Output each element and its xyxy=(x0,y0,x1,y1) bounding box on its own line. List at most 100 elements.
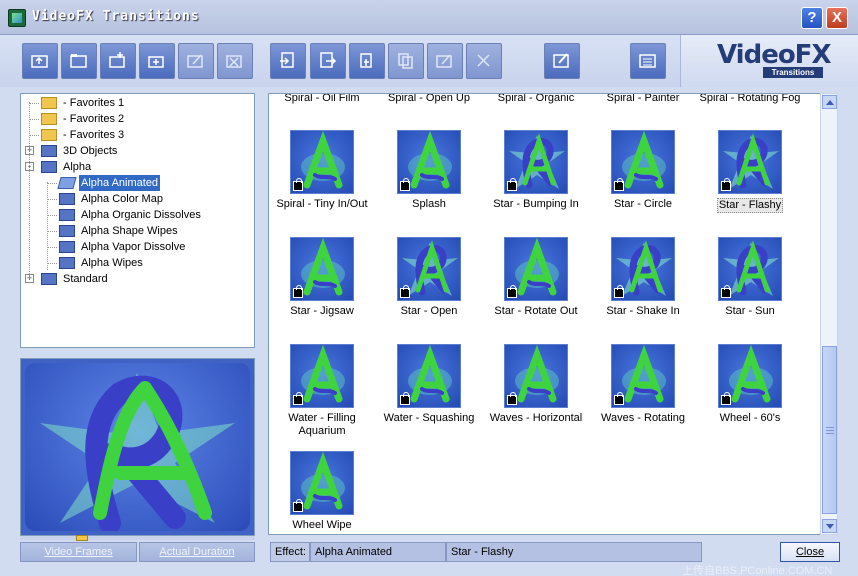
delete-transition-button[interactable] xyxy=(466,43,502,79)
tree-item[interactable]: + Standard xyxy=(21,271,251,287)
grid-scrollbar[interactable] xyxy=(820,93,838,535)
transition-item[interactable]: Star - Bumping In xyxy=(483,130,589,230)
tree-item[interactable]: - Alpha xyxy=(21,159,251,175)
transition-label[interactable]: Spiral - Organic xyxy=(483,94,589,104)
properties-button[interactable] xyxy=(544,43,580,79)
tree-item[interactable]: +3D Objects xyxy=(21,143,251,159)
transition-label: Water - Squashing xyxy=(376,412,482,425)
open-folder-button[interactable] xyxy=(22,43,58,79)
transition-item[interactable]: Star - Open xyxy=(376,237,482,337)
tree-item-label: - Favorites 2 xyxy=(63,113,125,125)
transition-item[interactable]: Star - Rotate Out xyxy=(483,237,589,337)
transition-label-text: Waves - Horizontal xyxy=(489,412,583,424)
transition-label: Star - Open xyxy=(376,305,482,318)
folder-button[interactable] xyxy=(61,43,97,79)
preview-slider-handle[interactable] xyxy=(76,535,88,541)
help-button[interactable]: ? xyxy=(801,7,823,29)
transition-thumbnail[interactable] xyxy=(611,344,675,408)
tree-item[interactable]: Alpha Shape Wipes xyxy=(21,223,251,239)
transition-thumbnail[interactable] xyxy=(611,130,675,194)
transition-item[interactable]: Star - Jigsaw xyxy=(269,237,375,337)
new-folder-button[interactable] xyxy=(100,43,136,79)
close-button[interactable]: Close xyxy=(780,542,840,562)
transition-thumbnail[interactable] xyxy=(504,130,568,194)
lock-icon xyxy=(721,392,731,405)
video-frames-button[interactable]: Video Frames xyxy=(20,542,137,562)
delete-folder-button[interactable] xyxy=(217,43,253,79)
tree-item[interactable]: - Favorites 2 xyxy=(21,111,251,127)
transition-grid[interactable]: Spiral - Oil Film Spiral - Open Up Spiral … xyxy=(268,93,838,535)
transition-thumbnail[interactable] xyxy=(718,237,782,301)
transition-item[interactable]: Splash xyxy=(376,130,482,230)
scroll-up-arrow-icon[interactable] xyxy=(822,95,837,109)
transition-label: Star - Rotate Out xyxy=(483,305,589,318)
tree-item[interactable]: Alpha Wipes xyxy=(21,255,251,271)
window-close-button[interactable]: X xyxy=(826,7,848,29)
transition-thumbnail[interactable] xyxy=(397,130,461,194)
transition-item[interactable]: Water - Filling Aquarium xyxy=(269,344,375,444)
folder-add-icon xyxy=(148,56,164,68)
rename-folder-button[interactable] xyxy=(178,43,214,79)
import-button[interactable] xyxy=(270,43,306,79)
transition-thumbnail[interactable] xyxy=(504,344,568,408)
transition-label: Star - Flashy xyxy=(697,198,803,213)
tree-item[interactable]: Alpha Color Map xyxy=(21,191,251,207)
transition-item[interactable]: Star - Sun xyxy=(697,237,803,337)
tree-item-label: Alpha Vapor Dissolve xyxy=(81,241,186,253)
transition-item[interactable]: Waves - Horizontal xyxy=(483,344,589,444)
tree-item[interactable]: - Favorites 3 xyxy=(21,127,251,143)
export-button[interactable] xyxy=(310,43,346,79)
transition-item[interactable]: Star - Shake In xyxy=(590,237,696,337)
add-folder-button[interactable] xyxy=(139,43,175,79)
transition-thumbnail[interactable] xyxy=(290,451,354,515)
tree-item[interactable]: - Favorites 1 xyxy=(21,95,251,111)
favorite-button[interactable] xyxy=(349,43,385,79)
tree-item[interactable]: Alpha Organic Dissolves xyxy=(21,207,251,223)
tree-item[interactable]: Alpha Animated xyxy=(21,175,251,191)
edit-transition-button[interactable] xyxy=(427,43,463,79)
transition-label: Splash xyxy=(376,198,482,211)
transition-thumbnail[interactable] xyxy=(397,237,461,301)
preview-image xyxy=(25,363,250,531)
transition-thumbnail[interactable] xyxy=(397,344,461,408)
transition-label[interactable]: Spiral - Rotating Fog xyxy=(697,94,803,104)
transition-item[interactable]: Star - Flashy xyxy=(697,130,803,230)
tree-item[interactable]: Alpha Vapor Dissolve xyxy=(21,239,251,255)
transition-thumbnail[interactable] xyxy=(504,237,568,301)
transition-thumbnail[interactable] xyxy=(611,237,675,301)
transition-item[interactable]: Star - Circle xyxy=(590,130,696,230)
actual-duration-button[interactable]: Actual Duration xyxy=(139,542,255,562)
transition-thumbnail[interactable] xyxy=(718,344,782,408)
transition-label-text: Star - Flashy xyxy=(716,198,784,213)
tree-item-label: Alpha xyxy=(63,161,92,173)
copy-icon xyxy=(398,53,413,69)
transition-item[interactable]: Wheel - 60's xyxy=(697,344,803,444)
effect-label: Effect: xyxy=(270,542,310,562)
category-tree[interactable]: - Favorites 1 - Favorites 2 - Favorites 3 +… xyxy=(20,93,255,348)
transition-label[interactable]: Spiral - Painter xyxy=(590,94,696,104)
list-view-button[interactable] xyxy=(630,43,666,79)
transition-label-text: Wheel - 60's xyxy=(719,412,781,424)
transition-label[interactable]: Spiral - Oil Film xyxy=(269,94,375,104)
lock-icon xyxy=(293,178,303,191)
tree-item-label: - Favorites 3 xyxy=(63,129,125,141)
copy-button[interactable] xyxy=(388,43,424,79)
transition-thumbnail[interactable] xyxy=(718,130,782,194)
transition-item[interactable]: Wheel Wipe xyxy=(269,451,375,534)
lock-icon xyxy=(293,499,303,512)
scroll-thumb[interactable] xyxy=(822,346,837,514)
transition-label: Star - Sun xyxy=(697,305,803,318)
transition-item[interactable]: Waves - Rotating xyxy=(590,344,696,444)
lock-icon xyxy=(400,392,410,405)
transition-item[interactable]: Water - Squashing xyxy=(376,344,482,444)
transition-thumbnail[interactable] xyxy=(290,130,354,194)
transition-thumbnail[interactable] xyxy=(290,344,354,408)
scroll-down-arrow-icon[interactable] xyxy=(822,519,837,533)
transition-thumbnail[interactable] xyxy=(290,237,354,301)
new-folder-icon xyxy=(109,52,125,68)
transition-label: Star - Jigsaw xyxy=(269,305,375,318)
status-transition: Star - Flashy xyxy=(446,542,702,562)
transition-label: Wheel - 60's xyxy=(697,412,803,425)
transition-label[interactable]: Spiral - Open Up xyxy=(376,94,482,104)
transition-item[interactable]: Spiral - Tiny In/Out xyxy=(269,130,375,230)
